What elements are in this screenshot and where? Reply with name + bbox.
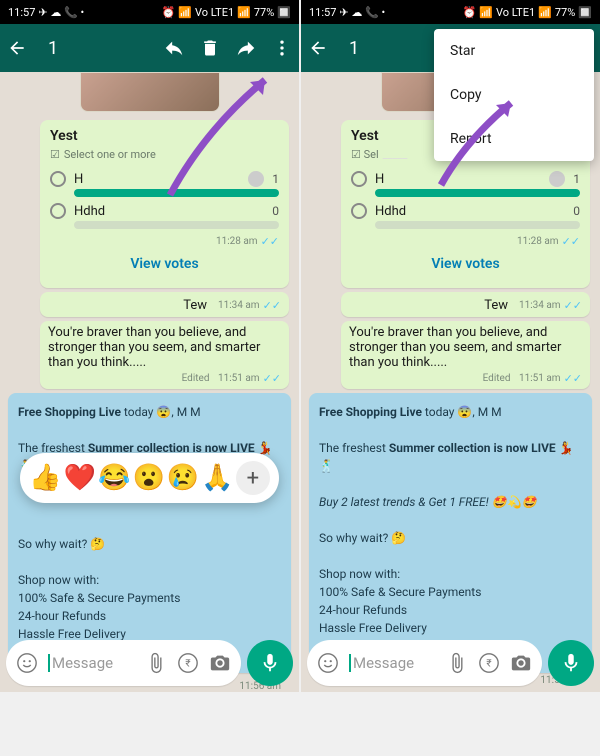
svg-text:₹: ₹ [486, 659, 491, 670]
selected-message[interactable]: Free Shopping Live today 😨, M M The fres… [8, 393, 291, 673]
context-menu: Star Copy Report [434, 29, 594, 161]
camera-icon[interactable] [510, 652, 532, 674]
avatar [248, 171, 264, 187]
menu-copy[interactable]: Copy [434, 73, 594, 117]
battery: 77% [254, 6, 274, 19]
poll-bar [74, 221, 279, 229]
input-bar: Message ₹ [307, 640, 594, 686]
image-message[interactable] [80, 72, 220, 112]
back-icon[interactable] [307, 37, 329, 59]
input-bar: Message ₹ [6, 640, 293, 686]
view-votes-button[interactable]: View votes [50, 248, 279, 280]
clock: 11:57 [8, 6, 35, 19]
emoji-icon[interactable] [16, 652, 38, 674]
emoji-pray[interactable]: 🙏 [201, 463, 233, 493]
radio-icon[interactable] [50, 203, 66, 219]
selection-action-bar: 1 [0, 24, 299, 72]
menu-report[interactable]: Report [434, 117, 594, 161]
rupee-icon[interactable]: ₹ [177, 652, 199, 674]
selection-count: 1 [48, 38, 149, 59]
selected-message[interactable]: Free Shopping Live today 😨, M M The fres… [309, 393, 592, 673]
emoji-icon[interactable] [317, 652, 339, 674]
emoji-more[interactable]: + [236, 461, 270, 495]
delete-icon[interactable] [199, 37, 221, 59]
back-icon[interactable] [6, 37, 28, 59]
attach-icon[interactable] [446, 652, 468, 674]
poll-subtitle: ☑ Select one or more [50, 148, 279, 161]
message[interactable]: You're braver than you believe, and stro… [341, 321, 590, 389]
svg-text:₹: ₹ [185, 659, 190, 670]
emoji-laugh[interactable]: 😂 [98, 463, 130, 493]
reply-icon[interactable] [163, 37, 185, 59]
radio-icon[interactable] [50, 171, 66, 187]
emoji-sad[interactable]: 😢 [167, 463, 199, 493]
message[interactable]: You're braver than you believe, and stro… [40, 321, 289, 389]
reaction-bar: 👍 ❤️ 😂 😮 😢 🙏 + [20, 453, 279, 503]
poll-bar [74, 189, 279, 197]
message-input[interactable]: Message [48, 654, 135, 672]
more-icon[interactable] [271, 37, 293, 59]
poll-option[interactable]: Hdhd 0 [50, 203, 279, 219]
camera-icon[interactable] [209, 652, 231, 674]
attach-icon[interactable] [145, 652, 167, 674]
mic-button[interactable] [548, 640, 594, 686]
status-bar: 11:57✈ ☁ 📞 • ⏰ 📶 Vo LTE1📶77%🔲 [301, 0, 600, 24]
emoji-thumbsup[interactable]: 👍 [29, 463, 61, 493]
message-input[interactable]: Message [349, 654, 436, 672]
poll-option[interactable]: H 1 [50, 171, 279, 187]
message[interactable]: Tew 11:34 am✓✓ [341, 292, 590, 317]
status-bar: 11:57 ✈ ☁ 📞 • ⏰ 📶 Vo LTE1📶 77% 🔲 [0, 0, 299, 24]
forward-icon[interactable] [235, 37, 257, 59]
message[interactable]: Tew 11:34 am✓✓ [40, 292, 289, 317]
poll-title: Yest [50, 128, 279, 144]
rupee-icon[interactable]: ₹ [478, 652, 500, 674]
poll-message[interactable]: Yest ☑ Select one or more H 1 Hdhd 0 11:… [40, 120, 289, 288]
emoji-heart[interactable]: ❤️ [64, 463, 96, 493]
menu-star[interactable]: Star [434, 29, 594, 73]
emoji-wow[interactable]: 😮 [132, 463, 164, 493]
mic-button[interactable] [247, 640, 293, 686]
